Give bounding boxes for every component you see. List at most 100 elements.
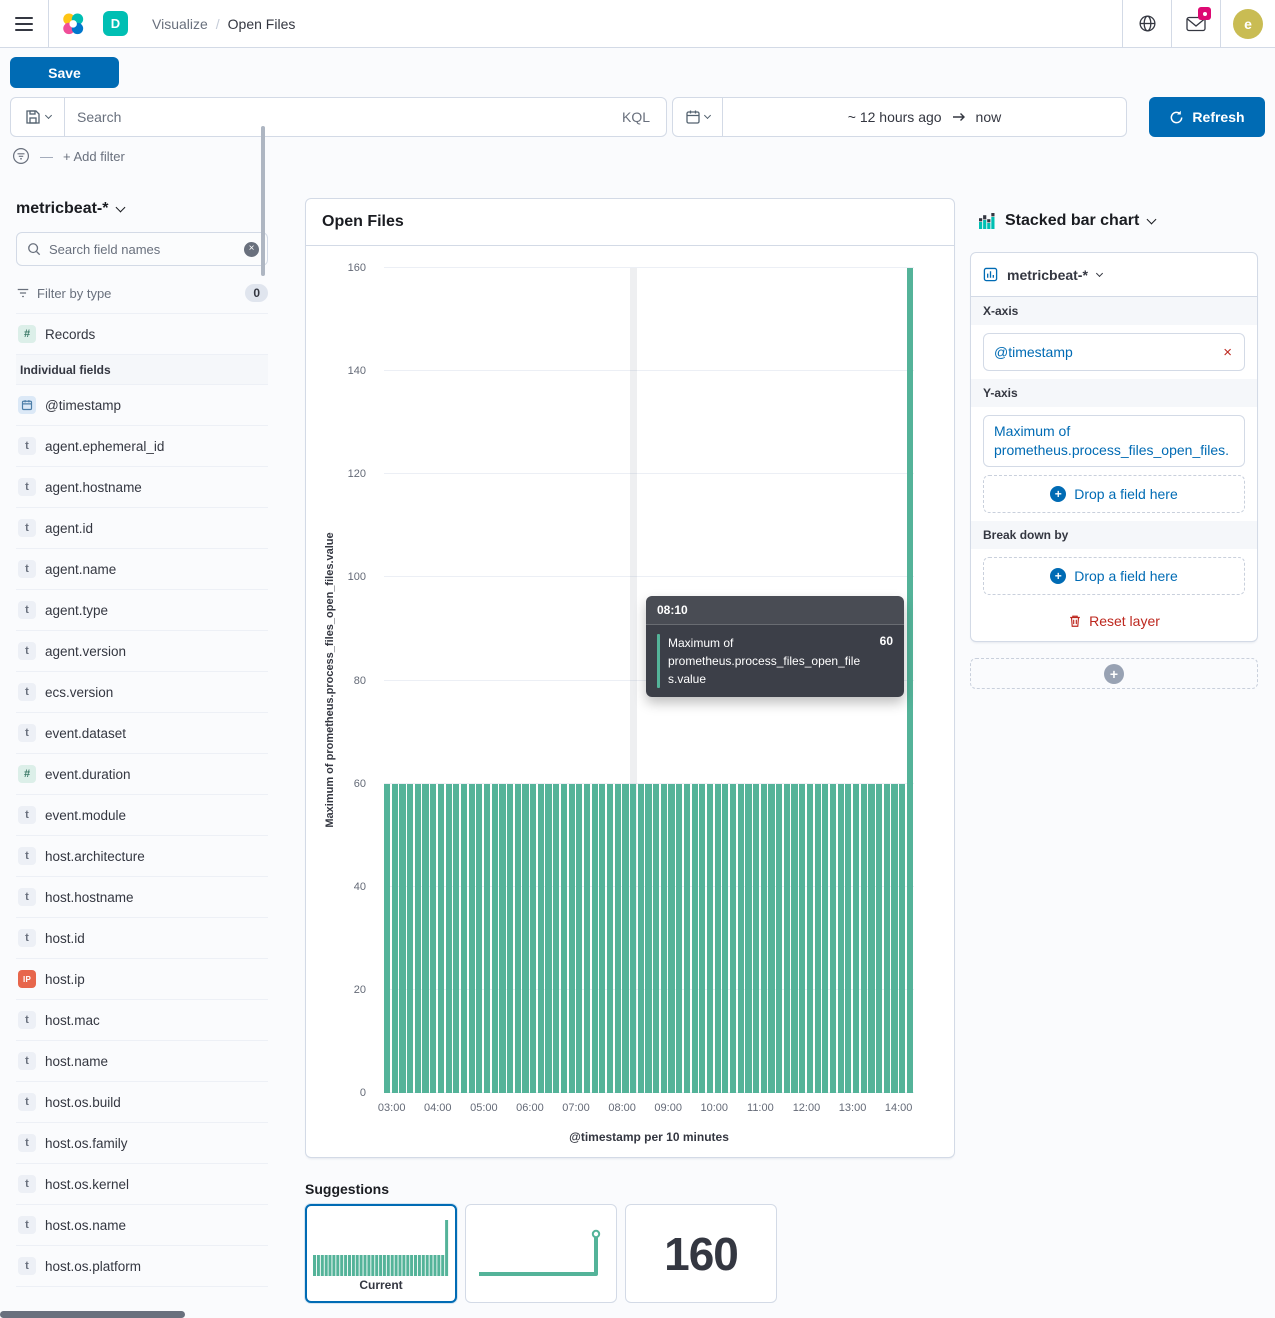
bar[interactable] [469, 268, 477, 1093]
suggestion-current[interactable]: Current [305, 1204, 457, 1303]
field-item[interactable]: @timestamp [16, 385, 268, 426]
bar[interactable] [615, 268, 623, 1093]
menu-button[interactable] [0, 0, 48, 47]
bar[interactable] [622, 268, 630, 1093]
field-item[interactable]: thost.mac [16, 1000, 268, 1041]
notifications-button[interactable] [1172, 0, 1220, 47]
field-item[interactable]: #event.duration [16, 754, 268, 795]
y-axis-dimension[interactable]: Maximum of prometheus.process_files_open… [983, 415, 1245, 467]
bar[interactable] [538, 268, 546, 1093]
suggestion-metric[interactable]: 160 [625, 1204, 777, 1303]
field-item[interactable]: thost.id [16, 918, 268, 959]
field-item[interactable]: thost.architecture [16, 836, 268, 877]
field-item[interactable]: tagent.hostname [16, 467, 268, 508]
remove-dimension-button[interactable]: × [1221, 343, 1234, 362]
field-item[interactable]: tevent.dataset [16, 713, 268, 754]
bar[interactable] [484, 268, 492, 1093]
field-item[interactable]: thost.os.build [16, 1082, 268, 1123]
bar[interactable] [630, 268, 638, 1093]
bar[interactable] [607, 268, 615, 1093]
calendar-button[interactable] [673, 98, 723, 136]
bar[interactable] [446, 268, 454, 1093]
field-item[interactable]: thost.hostname [16, 877, 268, 918]
bar[interactable] [530, 268, 538, 1093]
bar[interactable] [545, 268, 553, 1093]
clear-search-icon[interactable]: × [244, 242, 259, 257]
save-button[interactable]: Save [10, 57, 119, 88]
add-filter-button[interactable]: + Add filter [63, 149, 125, 164]
saved-query-menu-button[interactable] [11, 98, 65, 136]
help-button[interactable] [1123, 0, 1171, 47]
bar[interactable] [399, 268, 407, 1093]
bar[interactable] [392, 268, 400, 1093]
bar[interactable] [430, 268, 438, 1093]
time-range[interactable]: ~ 12 hours ago now [723, 98, 1126, 136]
y-axis-dimension-label[interactable]: Maximum of prometheus.process_files_open… [994, 422, 1234, 460]
bar[interactable] [438, 268, 446, 1093]
x-axis-dimension-label[interactable]: @timestamp [994, 343, 1073, 362]
bar[interactable] [499, 268, 507, 1093]
bar[interactable] [461, 268, 469, 1093]
bar[interactable] [569, 268, 577, 1093]
layer-index-pattern[interactable]: metricbeat-* [971, 253, 1257, 297]
bar[interactable] [561, 268, 569, 1093]
search-input[interactable] [65, 98, 606, 136]
y-axis-drop-target[interactable]: + Drop a field here [983, 475, 1245, 513]
bar[interactable] [576, 268, 584, 1093]
bar[interactable] [407, 268, 415, 1093]
field-type-icon-string: t [18, 847, 36, 865]
field-item[interactable]: tagent.id [16, 508, 268, 549]
filter-by-type[interactable]: Filter by type 0 [16, 278, 268, 308]
refresh-button[interactable]: Refresh [1149, 97, 1265, 137]
breadcrumb-visualize[interactable]: Visualize [152, 16, 208, 32]
field-item[interactable]: tecs.version [16, 672, 268, 713]
user-avatar[interactable]: e [1233, 9, 1263, 39]
bar[interactable] [592, 268, 600, 1093]
bar[interactable] [599, 268, 607, 1093]
chart-type-selector[interactable]: Stacked bar chart [978, 212, 1155, 230]
field-item[interactable]: thost.os.name [16, 1205, 268, 1246]
bar[interactable] [553, 268, 561, 1093]
time-from[interactable]: ~ 12 hours ago [848, 109, 942, 125]
index-pattern-select[interactable]: metricbeat-* [16, 200, 268, 218]
field-item[interactable]: tevent.module [16, 795, 268, 836]
field-item[interactable]: tagent.type [16, 590, 268, 631]
bar[interactable] [415, 268, 423, 1093]
suggestion-line-chart[interactable] [465, 1204, 617, 1303]
kql-button[interactable]: KQL [606, 98, 666, 136]
field-item[interactable]: tagent.ephemeral_id [16, 426, 268, 467]
horizontal-scrollbar[interactable] [0, 1311, 185, 1318]
breakdown-drop-target[interactable]: + Drop a field here [983, 557, 1245, 595]
records-field[interactable]: # Records [16, 314, 268, 355]
field-item[interactable]: IPhost.ip [16, 959, 268, 1000]
add-layer-button[interactable]: + [970, 658, 1258, 689]
x-axis-dimension[interactable]: @timestamp × [983, 333, 1245, 371]
field-item[interactable]: thost.name [16, 1041, 268, 1082]
field-item[interactable]: tagent.name [16, 549, 268, 590]
field-name: host.mac [45, 1013, 100, 1028]
elastic-logo[interactable] [49, 0, 97, 47]
bar[interactable] [384, 268, 392, 1093]
bar[interactable] [476, 268, 484, 1093]
filter-options-icon[interactable] [12, 147, 30, 165]
x-axis-ticks: 03:0004:0005:0006:0007:0008:0009:0010:00… [384, 1102, 914, 1116]
time-to[interactable]: now [976, 109, 1002, 125]
bar[interactable] [507, 268, 515, 1093]
bar[interactable] [492, 268, 500, 1093]
field-item[interactable]: tagent.version [16, 631, 268, 672]
bar[interactable] [515, 268, 523, 1093]
field-item[interactable]: thost.os.kernel [16, 1164, 268, 1205]
reset-layer-button[interactable]: Reset layer [1068, 613, 1160, 629]
field-item[interactable]: thost.os.platform [16, 1246, 268, 1287]
field-search-input[interactable] [49, 242, 236, 257]
space-badge[interactable]: D [103, 11, 128, 36]
breakdown-section-label: Break down by [971, 521, 1257, 549]
bar[interactable] [522, 268, 530, 1093]
sidebar-scrollbar[interactable] [261, 126, 265, 276]
bar[interactable] [453, 268, 461, 1093]
bar[interactable] [907, 268, 915, 1093]
bar[interactable] [638, 268, 646, 1093]
bar[interactable] [584, 268, 592, 1093]
bar[interactable] [422, 268, 430, 1093]
field-item[interactable]: thost.os.family [16, 1123, 268, 1164]
